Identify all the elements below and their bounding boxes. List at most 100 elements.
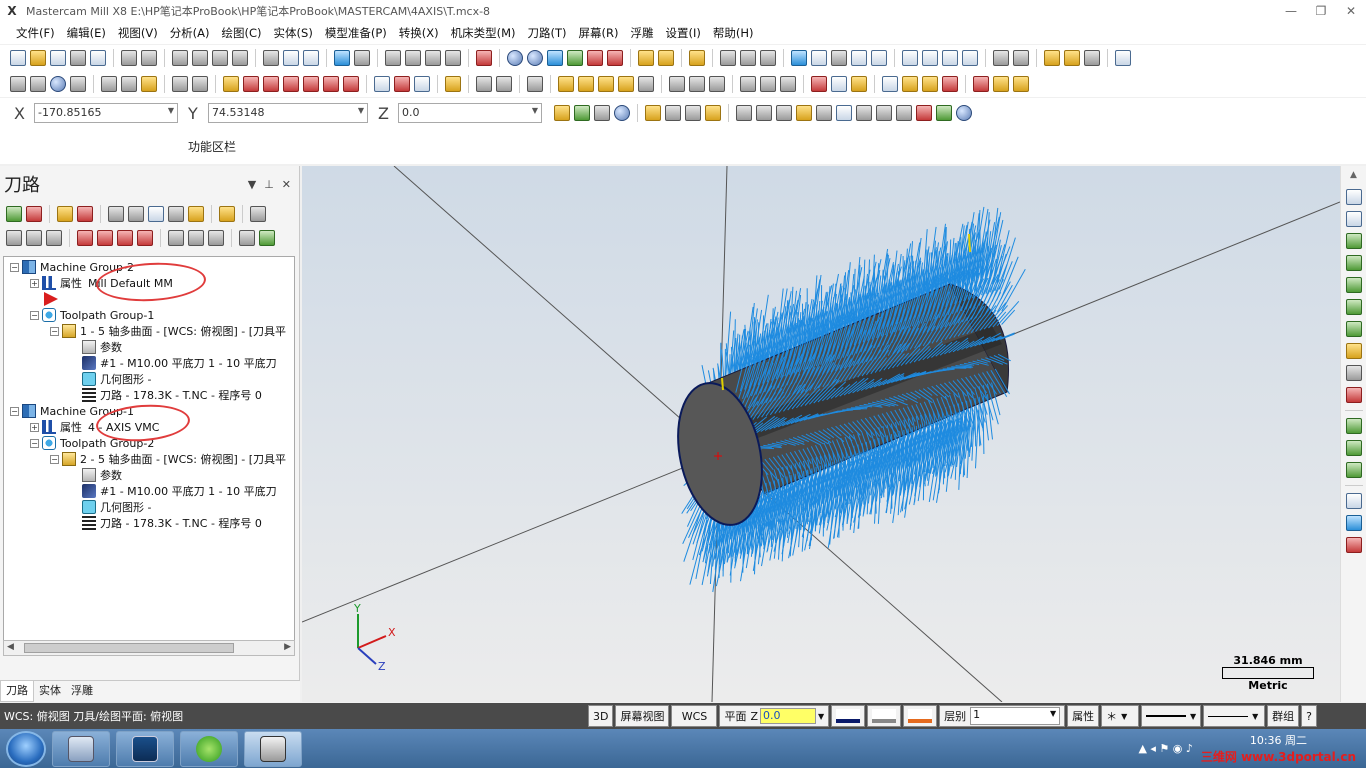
menu-help[interactable]: 帮助(H) [707,22,760,44]
rt-shape-icon[interactable] [1345,211,1362,227]
scroll-thumb[interactable] [24,643,234,653]
dimension-icon[interactable] [445,76,461,92]
rt-layers-icon[interactable] [1345,515,1362,531]
collapse-icon[interactable]: − [50,454,59,464]
delete-icon[interactable] [192,76,208,92]
panel-help-icon[interactable] [250,206,266,222]
z-depth-input[interactable]: 0.0 [760,708,817,724]
rt-circle-icon[interactable] [1345,277,1362,293]
xform-scale-icon[interactable] [283,76,299,92]
post-icon[interactable] [922,76,938,92]
surface-icon[interactable] [141,76,157,92]
maximize-button[interactable]: ❐ [1306,0,1336,22]
revolve-icon[interactable] [578,76,594,92]
tree-node-params-2[interactable]: 参数 [82,467,122,483]
tree-node-geometry-2[interactable]: 几何图形 - [82,499,151,515]
tree-node-operation-1[interactable]: − 1 - 5 轴多曲面 - [WCS: 俯视图] - [刀具平 [50,323,286,339]
minimize-button[interactable]: — [1276,0,1306,22]
surface-rough-icon[interactable] [811,76,827,92]
wireframe-globe-icon[interactable] [507,50,523,66]
view-manager-icon[interactable] [414,76,430,92]
taskbar-calculator[interactable] [52,730,110,767]
collapse-icon[interactable]: − [50,326,59,336]
toolpath-tree[interactable]: − Machine Group-2 + 属性 Mill Default MM −… [3,256,295,641]
menu-xform[interactable]: 转换(X) [393,22,445,44]
view-right-icon[interactable] [445,50,461,66]
rt-op2-icon[interactable] [1345,440,1362,456]
rt-line-icon[interactable] [1345,255,1362,271]
select-only-icon[interactable] [665,105,681,121]
print-icon[interactable] [70,50,86,66]
expand-icon[interactable]: + [30,422,39,432]
drill-icon[interactable] [740,76,756,92]
line-style-dropdown[interactable]: ▼ [1141,705,1202,727]
chevron-down-icon[interactable]: ▼ [358,106,364,115]
scroll-arrow-icon[interactable] [137,230,153,246]
chevron-down-icon[interactable]: ▼ [1252,712,1258,721]
properties-icon[interactable] [90,50,106,66]
show-selected-icon[interactable] [168,230,184,246]
solid-back-icon[interactable] [856,105,872,121]
select-solids-icon[interactable] [776,105,792,121]
tree-horizontal-scrollbar[interactable]: ◀ ▶ [3,640,295,656]
calculator-icon[interactable] [811,50,827,66]
window-select-icon[interactable] [736,105,752,121]
taskbar-browser[interactable] [180,730,238,767]
expand-icon[interactable] [239,230,255,246]
menu-model-prep[interactable]: 模型准备(P) [319,22,393,44]
solid-fillet-icon[interactable] [618,76,634,92]
z-coord-input[interactable]: 0.0 ▼ [398,103,542,123]
help-question-icon[interactable] [720,50,736,66]
scroll-right-icon[interactable]: ▶ [284,642,291,652]
surface-finish-icon[interactable] [831,76,847,92]
level-dropdown[interactable]: 1 ▼ [970,707,1061,725]
stock-icon[interactable] [993,50,1009,66]
show-hide-icon[interactable] [188,230,204,246]
tree-node-toolpath-group-1[interactable]: − Toolpath Group-1 [30,307,154,323]
simulate-icon[interactable] [148,206,164,222]
box-open-icon[interactable] [1064,50,1080,66]
select-result-icon[interactable] [896,105,912,121]
snap-icon[interactable] [574,105,590,121]
close-button[interactable]: ✕ [1336,0,1366,22]
solid-body-icon[interactable] [816,105,832,121]
pointer-icon[interactable] [756,105,772,121]
delete-toolpath-icon[interactable] [942,76,958,92]
chain-mask-icon[interactable] [705,105,721,121]
collapse-icon[interactable]: − [10,262,19,272]
wcs-button[interactable]: WCS [671,705,718,727]
contour-icon[interactable] [780,76,796,92]
backplot-icon[interactable] [882,76,898,92]
attributes-button[interactable]: 属性 [1067,705,1100,727]
line-icon[interactable] [30,76,46,92]
toggle-post-icon[interactable] [46,230,62,246]
3d-button[interactable]: 3D [588,705,614,727]
menu-file[interactable]: 文件(F) [10,22,61,44]
line-width-dropdown[interactable]: ▼ [1203,705,1266,727]
rt-arc-icon[interactable] [1345,299,1362,315]
collapse-icon[interactable]: − [10,406,19,416]
open-file-icon[interactable] [30,50,46,66]
multiaxis-icon[interactable] [851,76,867,92]
stop-icon[interactable] [916,105,932,121]
shaded-sphere-icon[interactable] [527,50,543,66]
tree-node-tool-1[interactable]: #1 - M10.00 平底刀 1 - 10 平底刀 [82,355,277,371]
insert-arrow[interactable] [44,291,58,307]
grid-icon[interactable] [394,76,410,92]
chevron-down-icon[interactable]: ▼ [168,106,174,115]
rt-stop-icon[interactable] [1345,387,1362,403]
wcs-icon[interactable] [374,76,390,92]
machine-icon[interactable] [1084,50,1100,66]
xform-translate-icon[interactable] [223,76,239,92]
tree-node-path-1[interactable]: 刀路 - 178.3K - T.NC - 程序号 0 [82,387,262,403]
horizontal-dim-icon[interactable] [476,76,492,92]
tray-icons[interactable]: ▲ ◂ ⚑ ◉ ♪ [1138,742,1192,755]
regen-dirty-icon[interactable] [77,206,93,222]
level-control[interactable]: 层别 1 ▼ [939,705,1066,727]
calendar-icon[interactable] [851,50,867,66]
toggle-display-icon[interactable] [26,230,42,246]
view-front-icon[interactable] [425,50,441,66]
boolean-icon[interactable] [669,76,685,92]
redo-icon[interactable] [354,50,370,66]
tree-node-properties-1[interactable]: + 属性 4 - AXIS VMC [30,419,159,435]
